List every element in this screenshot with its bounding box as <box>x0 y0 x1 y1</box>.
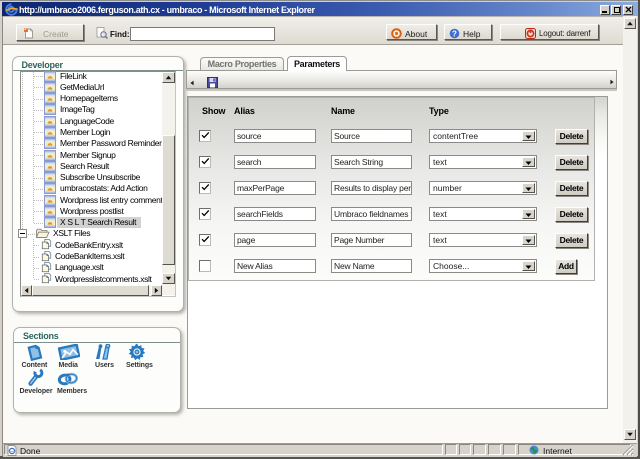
svg-text:?: ? <box>452 29 457 38</box>
